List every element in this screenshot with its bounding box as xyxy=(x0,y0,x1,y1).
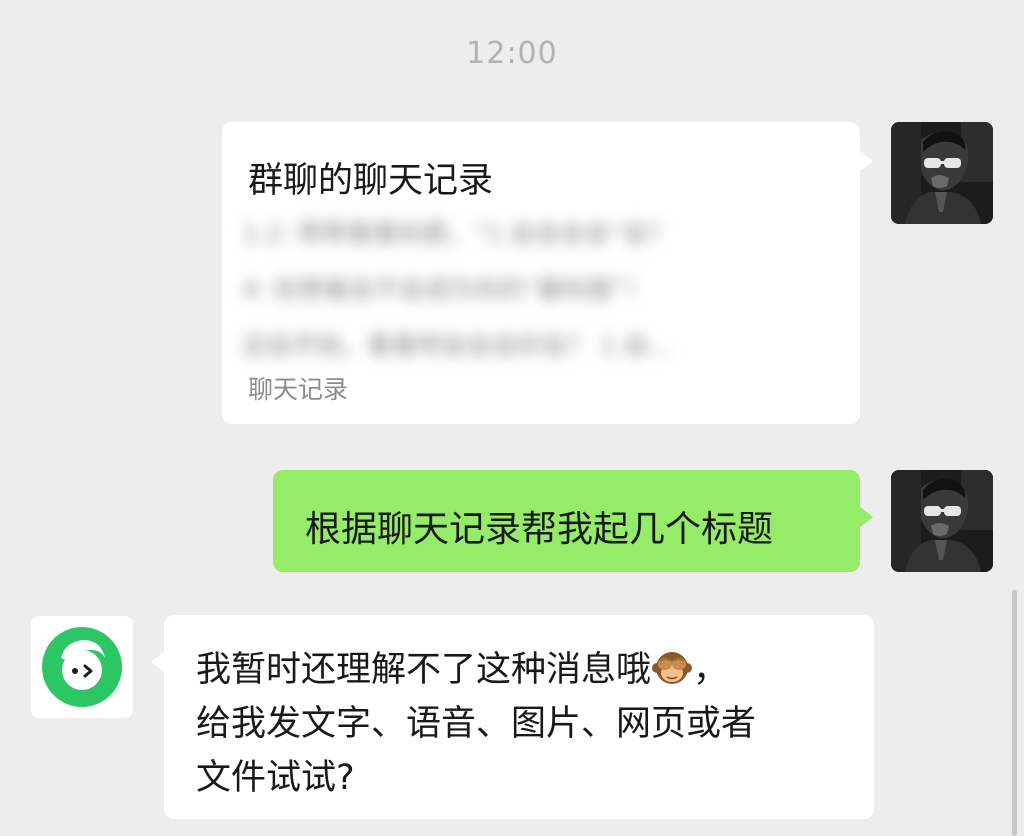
bot-avatar[interactable] xyxy=(31,616,133,718)
bubble-tail xyxy=(859,150,873,172)
bot-message-segment: 我暂时还理解不了这种消息哦 xyxy=(196,650,652,690)
bubble-tail xyxy=(859,506,873,528)
bot-message-segment: ， xyxy=(693,650,729,690)
chat-record-card[interactable]: 群聊的聊天记录 1.2: 帮帮看看标题，“1.会会会会”会？ 4: 别想着会不会… xyxy=(222,122,873,424)
bubble-tail xyxy=(151,651,165,673)
bot-message-line: 文件试试? xyxy=(196,758,355,798)
user-avatar[interactable] xyxy=(891,122,993,224)
scrollbar[interactable] xyxy=(1012,590,1017,836)
card-preview-line: 1.2: 帮帮看看标题，“1.会会会会”会？ xyxy=(242,219,673,248)
bot-message-bubble[interactable]: 我暂时还理解不了这种消息哦 ， 给我发文字、语音、图片、网页或者 文件试试? xyxy=(151,615,874,819)
bot-message-line: 我暂时还理解不了这种消息哦 ， xyxy=(196,643,856,697)
card-preview-blurred: 1.2: 帮帮看看标题，“1.会会会会”会？ 4: 别想着会不会成为你的“最标题… xyxy=(242,206,842,376)
user-avatar-photo-icon xyxy=(891,470,993,572)
bot-logo-icon xyxy=(42,627,122,707)
user-message-text: 根据聊天记录帮我起几个标题 xyxy=(305,509,774,550)
user-avatar-photo-icon xyxy=(891,122,993,224)
card-preview-line: 这会开始，看看吧会会会好会？ 1.会... xyxy=(242,331,673,360)
bot-message-text: 我暂时还理解不了这种消息哦 ， 给我发文字、语音、图片、网页或者 文件试试? xyxy=(196,643,856,805)
bot-message-line: 给我发文字、语音、图片、网页或者 xyxy=(196,704,757,744)
card-footer-label: 聊天记录 xyxy=(248,375,349,404)
user-message-bubble[interactable]: 根据聊天记录帮我起几个标题 xyxy=(273,470,873,572)
message-timestamp: 12:00 xyxy=(466,36,558,71)
card-preview-line: 4: 别想着会不会成为你的“最标题”！ xyxy=(242,275,651,304)
user-avatar[interactable] xyxy=(891,470,993,572)
card-title: 群聊的聊天记录 xyxy=(248,161,494,201)
see-no-evil-monkey-icon xyxy=(652,647,693,687)
